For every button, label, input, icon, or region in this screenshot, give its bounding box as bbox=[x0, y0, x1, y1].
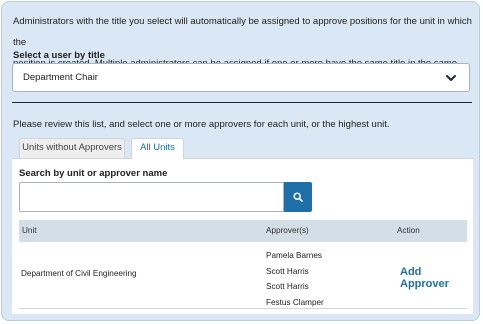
search-input[interactable] bbox=[19, 182, 284, 212]
tab-units-without-approvers[interactable]: Units without Approvers bbox=[19, 138, 125, 158]
approver-name: Scott Harris bbox=[266, 282, 309, 291]
search-icon bbox=[293, 192, 303, 202]
column-header-approvers: Approver(s) bbox=[266, 226, 309, 235]
approvers-list: Pamela Barnes Scott Harris Scott Harris … bbox=[266, 248, 324, 310]
approver-name: Scott Harris bbox=[266, 266, 309, 276]
title-select-value: Department Chair bbox=[23, 72, 98, 83]
section-divider bbox=[12, 102, 472, 103]
add-approver-link[interactable]: Add Approver bbox=[400, 266, 467, 290]
table-row: Department of Civil Engineering Pamela B… bbox=[19, 242, 467, 309]
tab-all-units[interactable]: All Units bbox=[131, 138, 184, 159]
intro-line-1: Administrators with the title you select… bbox=[13, 16, 472, 48]
title-select[interactable]: Department Chair bbox=[12, 63, 470, 92]
units-table: Unit Approver(s) Action Department of Ci… bbox=[19, 220, 467, 309]
tab-panel-all-units: Search by unit or approver name Unit App… bbox=[12, 158, 473, 314]
approver-settings-panel: Administrators with the title you select… bbox=[1, 1, 480, 321]
column-header-unit: Unit bbox=[22, 226, 37, 235]
search-label: Search by unit or approver name bbox=[19, 168, 168, 179]
review-instructions: Please review this list, and select one … bbox=[13, 119, 390, 130]
column-header-action: Action bbox=[397, 226, 420, 235]
title-select-label: Select a user by title bbox=[13, 50, 105, 61]
approver-name: Pamela Barnes bbox=[266, 251, 322, 260]
approver-name: Festus Clamper bbox=[266, 297, 324, 307]
chevron-down-icon bbox=[446, 75, 456, 81]
table-header: Unit Approver(s) Action bbox=[19, 220, 467, 242]
search-button[interactable] bbox=[284, 182, 312, 212]
unit-cell: Department of Civil Engineering bbox=[21, 269, 137, 278]
